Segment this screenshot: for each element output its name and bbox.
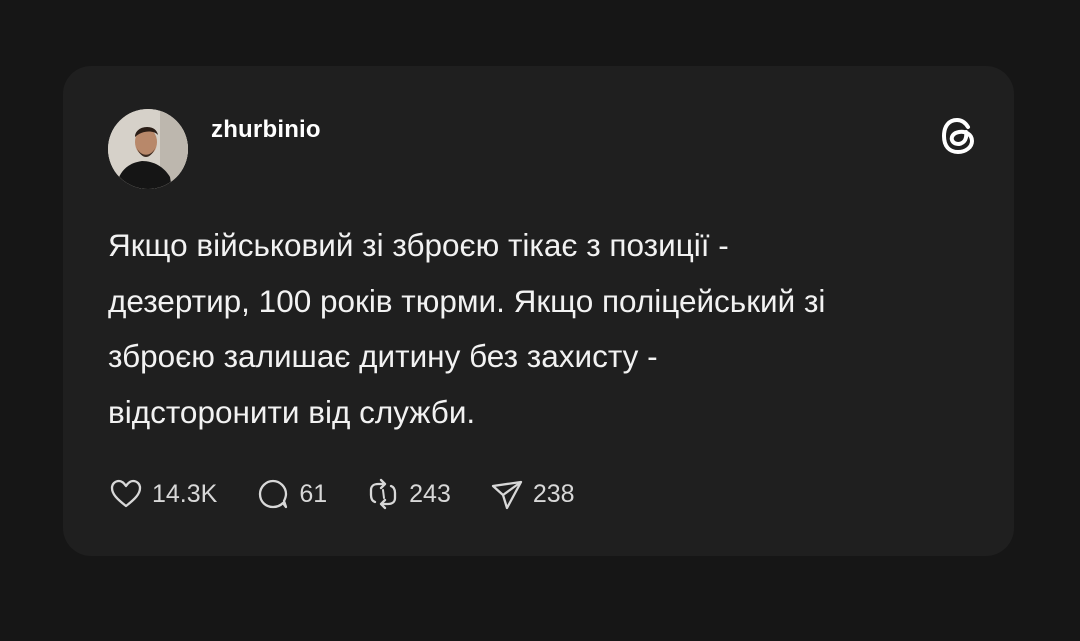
comment-button[interactable]: 61 [255, 476, 327, 512]
heart-icon [108, 476, 144, 512]
share-count: 238 [532, 479, 575, 508]
threads-logo-icon[interactable] [937, 114, 981, 158]
paper-plane-icon [489, 476, 525, 512]
share-button[interactable]: 238 [489, 476, 575, 512]
username[interactable]: zhurbinio [211, 116, 321, 144]
comment-count: 61 [299, 479, 328, 508]
threads-post-card: zhurbinio Якщо військовий зі зброєю тіка… [63, 66, 1014, 556]
avatar-image [108, 109, 188, 189]
repost-button[interactable]: 243 [365, 476, 451, 512]
post-actions-bar: 14.3K 61 243 238 [108, 476, 613, 512]
like-count: 14.3K [152, 479, 218, 508]
post-text: Якщо військовий зі зброєю тікає з позиці… [108, 227, 826, 430]
avatar[interactable] [108, 109, 188, 189]
repost-arrows-icon [365, 476, 401, 512]
like-button[interactable]: 14.3K [108, 476, 217, 512]
comment-bubble-icon [255, 476, 291, 512]
repost-count: 243 [409, 479, 451, 508]
